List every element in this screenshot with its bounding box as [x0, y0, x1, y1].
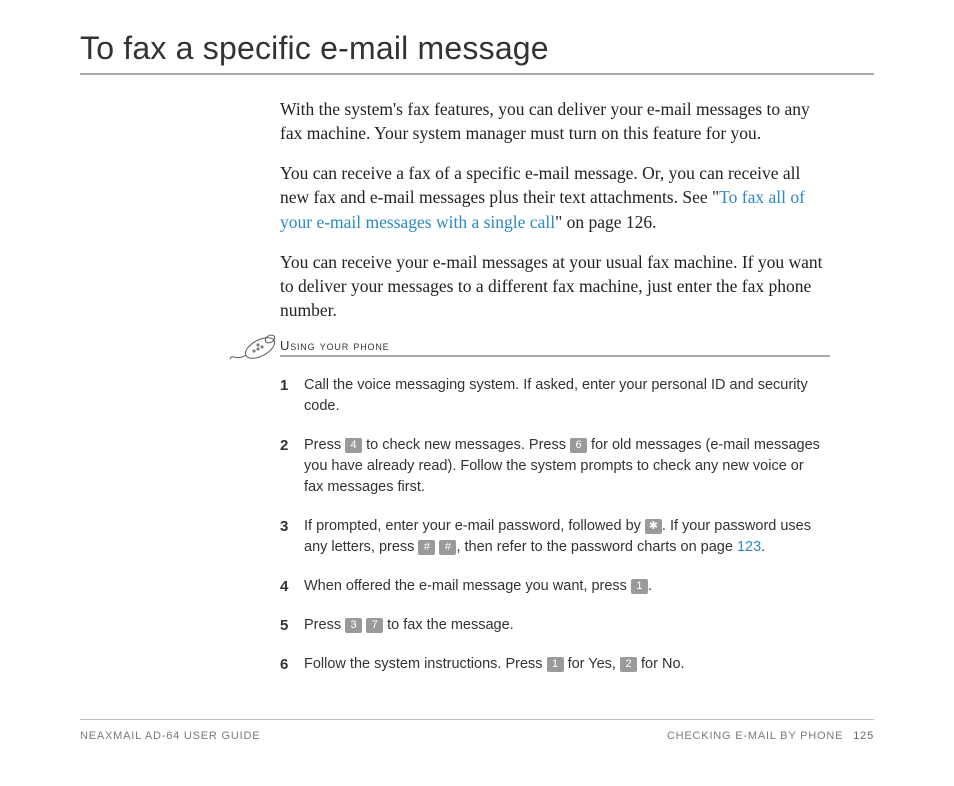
step-text: Call the voice messaging system. If aske… — [304, 377, 808, 414]
page: To fax a specific e-mail message With th… — [0, 0, 954, 786]
keycap-7: 7 — [366, 618, 383, 633]
step-text-c: for No. — [637, 656, 685, 672]
keycap-hash: # — [439, 540, 456, 555]
step-6: 6 Follow the system instructions. Press … — [280, 654, 825, 675]
step-text-a: If prompted, enter your e-mail password,… — [304, 518, 645, 534]
step-text-e: . — [761, 539, 765, 555]
step-number: 4 — [280, 576, 288, 598]
steps-list: 1 Call the voice messaging system. If as… — [280, 375, 825, 675]
step-text-b: . — [648, 578, 652, 594]
p2-text-b: " on page 126. — [555, 212, 656, 232]
keycap-hash: # — [418, 540, 435, 555]
step-3: 3 If prompted, enter your e-mail passwor… — [280, 516, 825, 558]
body-column: With the system's fax features, you can … — [280, 97, 825, 322]
step-text-a: When offered the e-mail message you want… — [304, 578, 631, 594]
step-number: 5 — [280, 615, 288, 637]
step-text-a: Follow the system instructions. Press — [304, 656, 547, 672]
keycap-4: 4 — [345, 438, 362, 453]
keycap-3: 3 — [345, 618, 362, 633]
keycap-star: ✱ — [645, 519, 662, 534]
step-number: 2 — [280, 435, 288, 457]
footer-section: CHECKING E-MAIL BY PHONE — [667, 730, 843, 742]
step-text-b: to check new messages. Press — [362, 437, 570, 453]
step-number: 6 — [280, 654, 288, 676]
section-rule — [280, 355, 830, 357]
footer-row: NEAXMAIL AD-64 USER GUIDE CHECKING E-MAI… — [80, 730, 874, 742]
intro-paragraph-1: With the system's fax features, you can … — [280, 97, 825, 145]
keycap-2: 2 — [620, 657, 637, 672]
section-heading: Using your phone — [280, 338, 830, 353]
keycap-1: 1 — [547, 657, 564, 672]
step-1: 1 Call the voice messaging system. If as… — [280, 375, 825, 417]
step-number: 1 — [280, 375, 288, 397]
page-number: 125 — [853, 730, 874, 742]
step-text-d: , then refer to the password charts on p… — [456, 539, 737, 555]
step-text-b: for Yes, — [564, 656, 620, 672]
procedure-section: Using your phone 1 Call the voice messag… — [230, 338, 874, 675]
footer-rule — [80, 719, 874, 720]
step-text-c: to fax the message. — [383, 617, 514, 633]
intro-paragraph-3: You can receive your e-mail messages at … — [280, 250, 825, 322]
step-text-a: Press — [304, 617, 345, 633]
section-heading-row: Using your phone — [280, 338, 830, 357]
page-title: To fax a specific e-mail message — [80, 30, 874, 67]
footer-right: CHECKING E-MAIL BY PHONE 125 — [667, 730, 874, 742]
step-2: 2 Press 4 to check new messages. Press 6… — [280, 435, 825, 498]
keycap-6: 6 — [570, 438, 587, 453]
footer-left: NEAXMAIL AD-64 USER GUIDE — [80, 730, 260, 742]
keycap-1: 1 — [631, 579, 648, 594]
step-text-a: Press — [304, 437, 345, 453]
intro-paragraph-2: You can receive a fax of a specific e-ma… — [280, 161, 825, 233]
page-footer: NEAXMAIL AD-64 USER GUIDE CHECKING E-MAI… — [80, 719, 874, 742]
phone-handset-icon — [228, 330, 280, 364]
step-number: 3 — [280, 516, 288, 538]
step-5: 5 Press 3 7 to fax the message. — [280, 615, 825, 636]
title-rule — [80, 73, 874, 75]
step-4: 4 When offered the e-mail message you wa… — [280, 576, 825, 597]
xref-link-page-123[interactable]: 123 — [737, 539, 761, 555]
